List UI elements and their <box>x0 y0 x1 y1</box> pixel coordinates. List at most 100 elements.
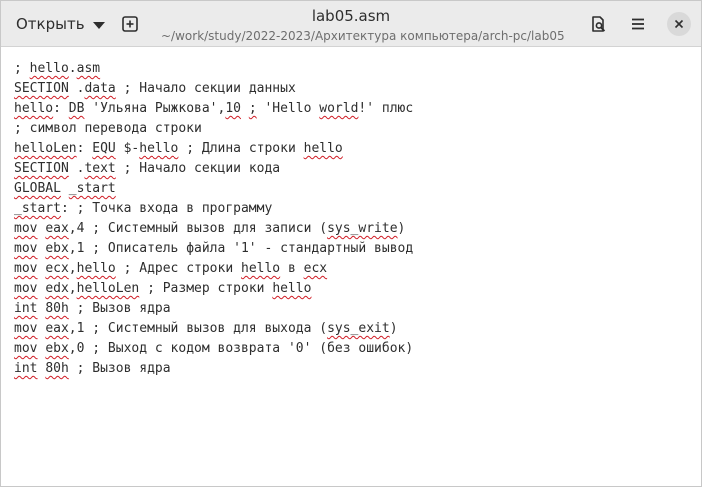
misspelled-word: EQU <box>92 141 116 156</box>
header-bar: Открыть lab05.asm ~/work/study/2022-2023… <box>1 1 701 47</box>
code-text: !' плюс <box>358 101 414 116</box>
code-text: . <box>68 161 85 176</box>
misspelled-word: hello <box>14 101 54 116</box>
misspelled-word: ebx <box>45 241 69 256</box>
misspelled-word: ecx <box>45 261 69 276</box>
code-line: mov eax,4 ; Системный вызов для записи (… <box>14 219 688 239</box>
misspelled-word: sys_write <box>327 221 398 236</box>
hamburger-menu-icon <box>632 18 644 30</box>
text-editor-window: Открыть lab05.asm ~/work/study/2022-2023… <box>0 0 702 487</box>
main-menu-button[interactable] <box>623 9 653 39</box>
misspelled-word: mov <box>14 341 38 356</box>
code-line: mov ecx,hello ; Адрес строки hello в ecx <box>14 259 688 279</box>
misspelled-word: DB <box>68 101 85 116</box>
misspelled-word: _start <box>68 181 116 196</box>
window-title: lab05.asm <box>311 7 391 25</box>
code-text: ) <box>397 221 406 236</box>
search-document-icon <box>592 16 606 32</box>
code-line: hello: DB 'Ульяна Рыжкова',10 ; 'Hello w… <box>14 99 688 119</box>
code-text: ) <box>389 321 398 336</box>
misspelled-word: text <box>84 161 116 176</box>
window-subtitle: ~/work/study/2022-2023/Архитектура компь… <box>161 29 565 43</box>
misspelled-word: mov <box>14 221 38 236</box>
misspelled-word: world <box>319 101 359 116</box>
code-text: : <box>53 101 69 116</box>
code-text: ; Начало секции данных <box>115 81 296 96</box>
open-button-label: Открыть <box>16 15 85 33</box>
new-tab-icon <box>122 16 138 32</box>
code-text: в <box>280 261 304 276</box>
text-editor-area[interactable]: ; hello.asm SECTION .data ; Начало секции… <box>1 47 701 486</box>
misspelled-word: int <box>14 301 38 316</box>
misspelled-word: _start <box>14 201 61 216</box>
code-text: ,1 ; Описатель файла '1' - стандартный в… <box>68 241 414 256</box>
code-text: ; Адрес строки <box>115 261 241 276</box>
code-text: 'Hello <box>256 101 320 116</box>
misspelled-word: helloLen <box>76 281 140 296</box>
code-text: 'Ульяна Рыжкова', <box>84 101 226 116</box>
code-text: , <box>68 281 77 296</box>
close-icon <box>674 19 684 29</box>
misspelled-word: eax <box>45 321 69 336</box>
new-tab-button[interactable] <box>115 9 145 39</box>
misspelled-word: SECTION <box>14 81 69 96</box>
code-text: . <box>68 61 77 76</box>
code-text: . <box>68 81 85 96</box>
code-text: ; Вызов ядра <box>68 361 171 376</box>
code-line: mov ebx,0 ; Выход с кодом возврата '0' (… <box>14 339 688 359</box>
code-line: SECTION .text ; Начало секции кода <box>14 159 688 179</box>
code-text: ; Вызов ядра <box>68 301 171 316</box>
misspelled-word: 80h <box>45 361 69 376</box>
misspelled-word: mov <box>14 281 38 296</box>
misspelled-word: asm <box>76 61 101 76</box>
code-line: int 80h ; Вызов ядра <box>14 299 688 319</box>
search-button[interactable] <box>583 9 613 39</box>
misspelled-word: SECTION <box>14 161 69 176</box>
misspelled-word: mov <box>14 241 38 256</box>
code-line: ; hello.asm <box>14 59 688 79</box>
code-text: : <box>76 141 93 156</box>
code-text: ; Размер строки <box>139 281 273 296</box>
close-button[interactable] <box>667 12 691 36</box>
misspelled-word: edx <box>45 281 69 296</box>
misspelled-word: int <box>14 361 38 376</box>
misspelled-word: data <box>84 81 116 96</box>
misspelled-word: hello <box>139 141 179 156</box>
code-text: : ; Точка входа в программу <box>60 201 273 216</box>
misspelled-word: 10 <box>225 101 241 116</box>
code-text: ,4 ; Системный вызов для записи ( <box>68 221 328 236</box>
misspelled-word: ebx <box>45 341 69 356</box>
misspelled-word: sys_exit <box>327 321 390 336</box>
misspelled-word: GLOBAL <box>14 181 61 196</box>
code-text: , <box>68 261 77 276</box>
misspelled-word: hello <box>303 141 343 156</box>
misspelled-word: 80h <box>45 301 69 316</box>
code-line: ; символ перевода строки <box>14 119 688 139</box>
misspelled-word: hello <box>272 281 312 296</box>
code-line: int 80h ; Вызов ядра <box>14 359 688 379</box>
code-line: mov edx,helloLen ; Размер строки hello <box>14 279 688 299</box>
misspelled-word: eax <box>45 221 69 236</box>
code-line: SECTION .data ; Начало секции данных <box>14 79 688 99</box>
code-text: ,1 ; Системный вызов для выхода ( <box>68 321 328 336</box>
code-line: GLOBAL _start <box>14 179 688 199</box>
window-titles: lab05.asm ~/work/study/2022-2023/Архитек… <box>161 7 565 44</box>
misspelled-word: mov <box>14 261 38 276</box>
misspelled-word: ; <box>248 101 257 116</box>
misspelled-word: ecx <box>303 261 328 276</box>
chevron-down-icon <box>92 21 105 29</box>
misspelled-word: hello <box>29 61 69 76</box>
code-line: _start: ; Точка входа в программу <box>14 199 688 219</box>
code-text: ; символ перевода строки <box>14 121 202 136</box>
misspelled-word: hello <box>76 261 116 276</box>
code-content: ; hello.asm SECTION .data ; Начало секции… <box>1 47 701 391</box>
code-text: ,0 ; Выход с кодом возврата '0' (без оши… <box>68 341 414 356</box>
code-line: mov ebx,1 ; Описатель файла '1' - станда… <box>14 239 688 259</box>
misspelled-word: hello <box>241 261 281 276</box>
open-button[interactable]: Открыть <box>7 8 115 40</box>
code-text: ; <box>14 61 30 76</box>
code-line: mov eax,1 ; Системный вызов для выхода (… <box>14 319 688 339</box>
misspelled-word: mov <box>14 321 38 336</box>
